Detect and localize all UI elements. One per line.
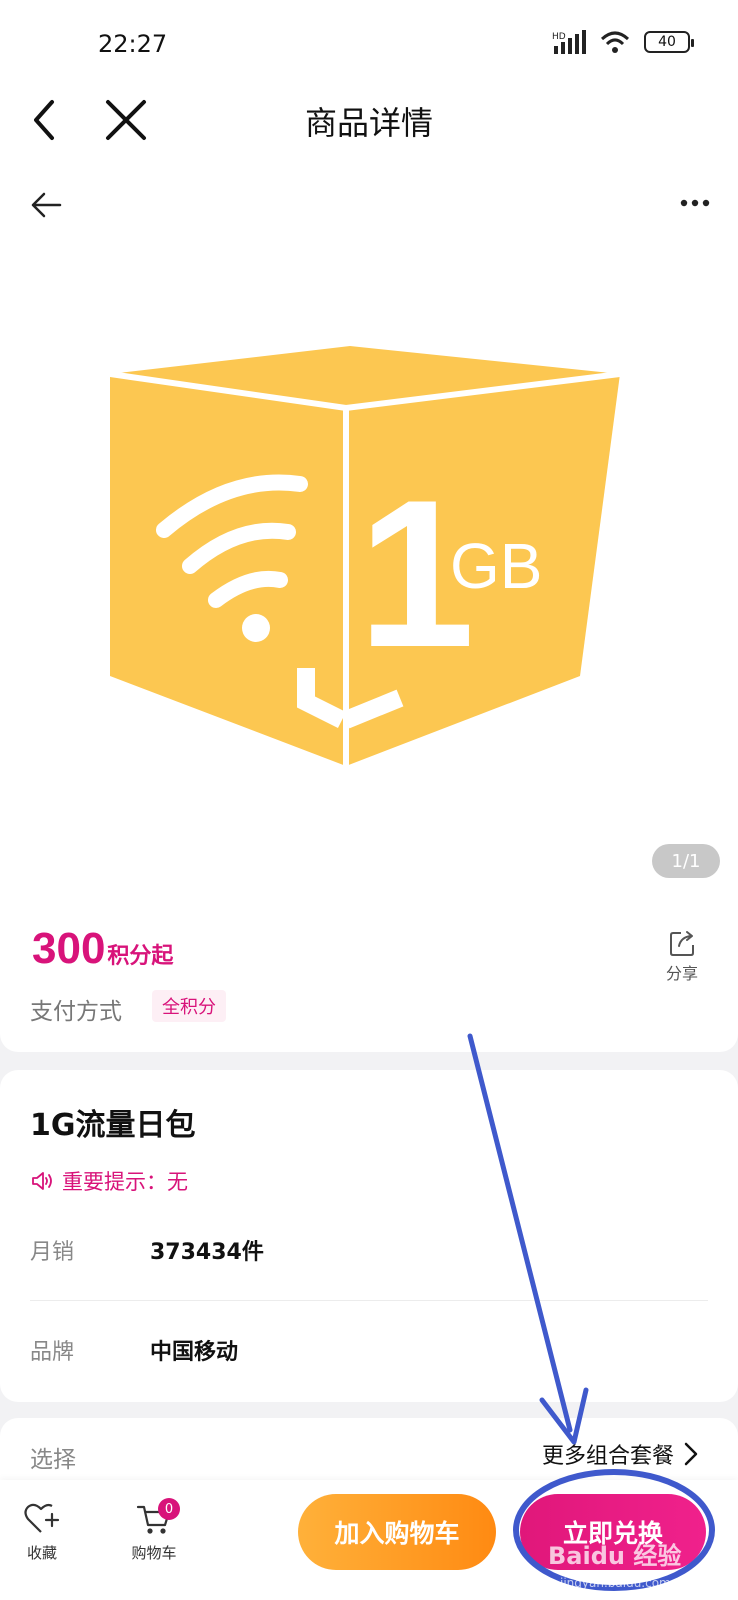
cart-count-badge: 0 bbox=[158, 1498, 180, 1520]
price: 300 积分起 bbox=[32, 924, 173, 974]
network-type: HD bbox=[552, 32, 566, 42]
watermark-url: jingyan.baidu.com bbox=[560, 1576, 671, 1590]
more-icon[interactable] bbox=[680, 196, 710, 210]
status-time: 22:27 bbox=[98, 30, 168, 58]
arrow-left-icon[interactable] bbox=[28, 190, 64, 220]
cart-label: 购物车 bbox=[131, 1544, 177, 1562]
heart-plus-icon bbox=[24, 1503, 60, 1533]
status-icons: HD 40 bbox=[552, 30, 694, 54]
info-value: 373434件 bbox=[150, 1240, 264, 1265]
info-key: 品牌 bbox=[30, 1340, 75, 1365]
battery-icon: 40 bbox=[644, 31, 694, 53]
important-notice: 重要提示：无 bbox=[30, 1166, 188, 1196]
payment-tag: 全积分 bbox=[152, 990, 226, 1022]
share-button[interactable]: 分享 bbox=[662, 928, 702, 984]
notice-text: 重要提示：无 bbox=[62, 1170, 188, 1194]
info-value: 中国移动 bbox=[150, 1340, 239, 1365]
payment-label: 支付方式 bbox=[30, 999, 122, 1025]
image-unit-label: GB bbox=[450, 530, 542, 602]
share-label: 分享 bbox=[665, 964, 698, 983]
product-gallery[interactable]: 1 GB 1/1 bbox=[0, 160, 738, 890]
more-packages-link[interactable]: 更多组合套餐 bbox=[542, 1438, 698, 1470]
signal-icon: HD bbox=[552, 30, 586, 54]
chevron-right-icon bbox=[684, 1442, 698, 1466]
selection-label: 选择 bbox=[30, 1447, 76, 1473]
share-icon bbox=[670, 931, 694, 956]
cart-button[interactable]: 购物车 0 bbox=[114, 1498, 194, 1563]
price-card: 300 积分起 分享 支付方式 全积分 bbox=[0, 890, 738, 1052]
gallery-pager: 1/1 bbox=[652, 844, 720, 878]
product-image: 1 GB bbox=[110, 346, 620, 766]
nav-bar: 商品详情 bbox=[0, 80, 738, 160]
more-packages-label: 更多组合套餐 bbox=[541, 1444, 674, 1469]
add-to-cart-button[interactable]: 加入购物车 bbox=[298, 1494, 496, 1570]
info-key: 月销 bbox=[30, 1240, 75, 1265]
price-value: 300 bbox=[32, 924, 106, 973]
favorite-label: 收藏 bbox=[26, 1544, 57, 1562]
watermark: Baidu 经验 bbox=[548, 1542, 682, 1570]
favorite-button[interactable]: 收藏 bbox=[2, 1502, 82, 1563]
page-title: 商品详情 bbox=[304, 104, 433, 142]
status-bar: 22:27 HD 40 bbox=[0, 0, 738, 80]
product-title: 1G流量日包 bbox=[30, 1108, 196, 1143]
info-row-brand: 品牌 中国移动 bbox=[30, 1300, 708, 1400]
product-info-card: 1G流量日包 重要提示：无 月销 373434件 品牌 中国移动 bbox=[0, 1070, 738, 1402]
wifi-icon bbox=[600, 31, 630, 53]
price-unit: 积分起 bbox=[107, 944, 174, 969]
speaker-icon bbox=[32, 1172, 52, 1190]
info-row-sales: 月销 373434件 bbox=[30, 1200, 708, 1300]
